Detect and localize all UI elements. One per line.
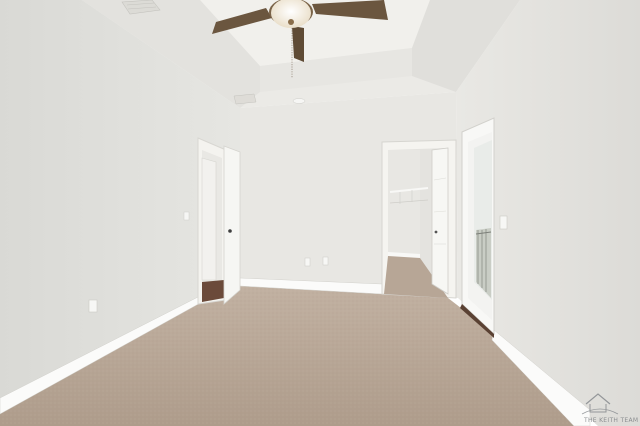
closet-doorway: [381, 139, 457, 299]
room-photo: THE KEITH TEAM: [0, 0, 640, 426]
outlet-left: [88, 299, 98, 313]
left-door-panel: [223, 145, 241, 305]
ceiling-vent-back: [233, 93, 257, 105]
closet-door-knob: [434, 230, 438, 234]
glass-door: [460, 117, 495, 338]
closet-door-panel: [431, 147, 449, 295]
light-switch-right: [499, 215, 508, 230]
light-switch-left: [183, 211, 190, 221]
room-scene: THE KEITH TEAM: [0, 0, 640, 426]
outlet-back-1: [304, 257, 311, 267]
watermark-text: THE KEITH TEAM: [583, 417, 638, 424]
left-doorway: [197, 137, 241, 305]
outlet-back-2: [322, 256, 329, 266]
left-door-knob: [228, 229, 232, 233]
smoke-detector: [292, 98, 306, 104]
